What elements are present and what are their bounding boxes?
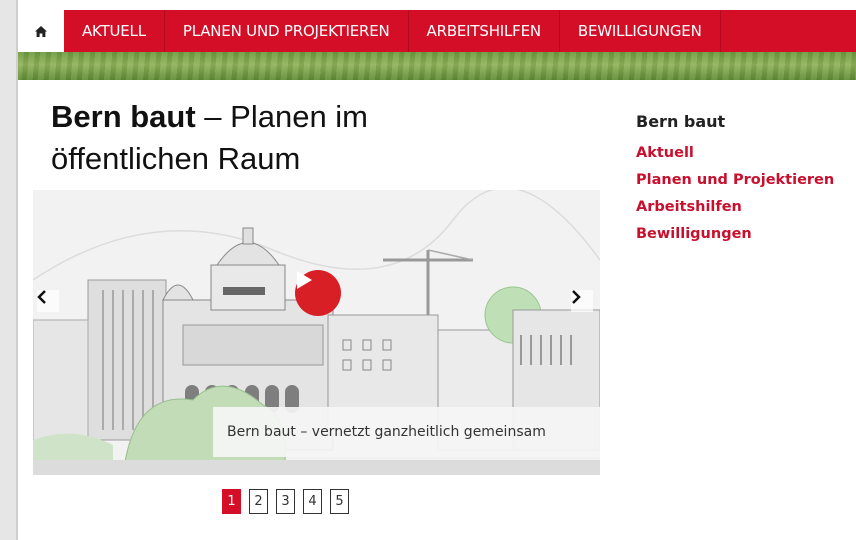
- page: AKTUELL PLANEN UND PROJEKTIEREN ARBEITSH…: [18, 0, 856, 540]
- nav-item-aktuell[interactable]: AKTUELL: [64, 10, 165, 52]
- video-slider[interactable]: Bern baut – vernetzt ganzheitlich gemein…: [33, 190, 600, 475]
- sidebar-title: Bern baut: [636, 112, 726, 131]
- sidebar-link-arbeitshilfen[interactable]: Arbeitshilfen: [636, 199, 856, 215]
- chevron-right-icon: [572, 290, 581, 304]
- page-title-bold: Bern baut: [51, 99, 196, 134]
- page-title: Bern baut – Planen im öffentlichen Raum: [51, 96, 471, 180]
- home-icon: [35, 25, 47, 37]
- sidebar-link-bewilligungen[interactable]: Bewilligungen: [636, 226, 856, 242]
- page-button-2[interactable]: 2: [249, 489, 268, 514]
- page-button-4[interactable]: 4: [303, 489, 322, 514]
- sidebar: Bern baut Aktuell Planen und Projektiere…: [636, 112, 856, 253]
- left-frame: [0, 0, 18, 540]
- chevron-left-icon: [37, 290, 46, 304]
- nav-item-arbeitshilfen[interactable]: ARBEITSHILFEN: [409, 10, 560, 52]
- sidebar-link-planen[interactable]: Planen und Projektieren: [636, 172, 856, 188]
- play-button[interactable]: [295, 270, 341, 316]
- slider-pagination: 1 2 3 4 5: [222, 489, 349, 514]
- top-navigation: AKTUELL PLANEN UND PROJEKTIEREN ARBEITSH…: [18, 10, 856, 52]
- nav-home[interactable]: [18, 10, 64, 52]
- header-banner-image: [18, 52, 856, 80]
- slider-prev-button[interactable]: [37, 290, 59, 312]
- page-button-1[interactable]: 1: [222, 489, 241, 514]
- sidebar-link-aktuell[interactable]: Aktuell: [636, 145, 856, 161]
- play-icon: [297, 271, 312, 289]
- page-button-3[interactable]: 3: [276, 489, 295, 514]
- page-button-5[interactable]: 5: [330, 489, 349, 514]
- nav-item-planen[interactable]: PLANEN UND PROJEKTIEREN: [165, 10, 409, 52]
- nav-item-bewilligungen[interactable]: BEWILLIGUNGEN: [560, 10, 721, 52]
- slide-caption: Bern baut – vernetzt ganzheitlich gemein…: [213, 407, 600, 457]
- slider-next-button[interactable]: [571, 290, 593, 312]
